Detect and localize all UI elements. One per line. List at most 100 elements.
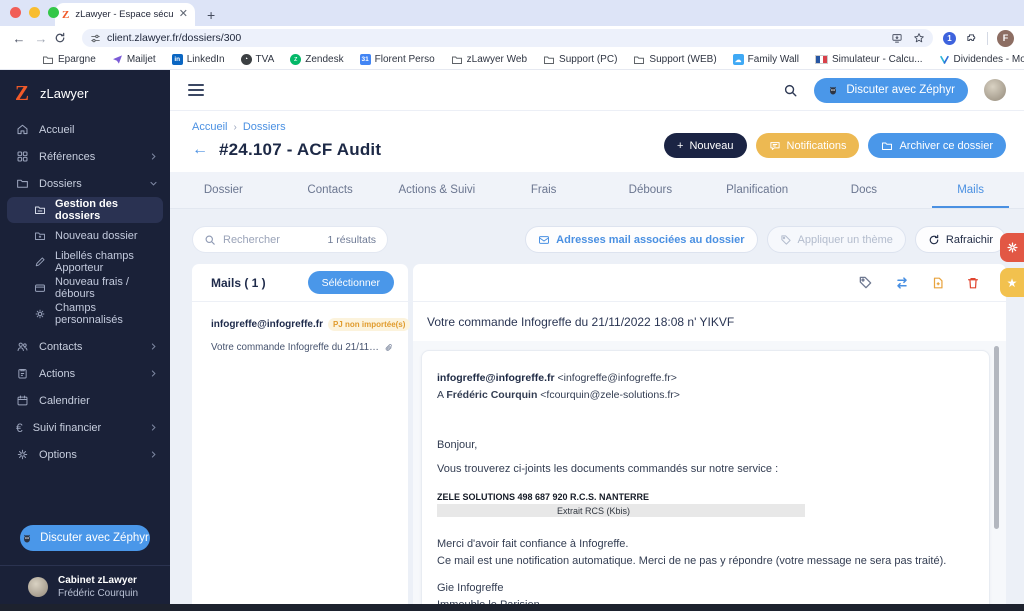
tab-contacts[interactable]: Contacts xyxy=(277,172,384,208)
tab-actions-suivi[interactable]: Actions & Suivi xyxy=(384,172,491,208)
edge-buttons: ★ xyxy=(1000,233,1024,297)
minimize-window-button[interactable] xyxy=(29,7,40,18)
mails-content: 1 résultats Adresses mail associées au d… xyxy=(170,209,1024,611)
tag-icon[interactable] xyxy=(858,275,873,290)
breadcrumb-dossiers[interactable]: Dossiers xyxy=(243,121,286,133)
bookmark-tva[interactable]: ◔ TVA xyxy=(240,54,274,65)
users-icon xyxy=(17,342,28,352)
sidebar-item-contacts[interactable]: Contacts xyxy=(0,333,170,360)
app-topbar: Discuter avec Zéphyr xyxy=(170,70,1024,111)
tab-docs[interactable]: Docs xyxy=(811,172,918,208)
breadcrumb-separator: › xyxy=(233,121,237,133)
chat-zephyr-topbar-button[interactable]: Discuter avec Zéphyr xyxy=(814,77,968,103)
transfer-arrows-icon[interactable] xyxy=(894,275,910,291)
url-text[interactable]: client.zlawyer.fr/dossiers/300 xyxy=(107,32,885,44)
sidebar-item-calendrier[interactable]: Calendrier xyxy=(0,387,170,414)
mail-view-panel: Votre commande Infogreffe du 21/11/2022 … xyxy=(413,264,1006,611)
maximize-window-button[interactable] xyxy=(48,7,59,18)
browser-tab[interactable]: Z zLawyer - Espace sécurisé ✕ xyxy=(55,3,195,26)
settings-edge-button[interactable] xyxy=(1000,233,1024,262)
new-button[interactable]: + Nouveau xyxy=(664,133,747,158)
archive-dossier-button[interactable]: Archiver ce dossier xyxy=(868,133,1006,158)
sidebar-item-nouveau-frais-debours[interactable]: Nouveau frais / débours xyxy=(0,275,170,301)
bookmark-epargne[interactable]: Epargne xyxy=(42,54,96,66)
brand[interactable]: Z zLawyer xyxy=(0,70,170,116)
sidebar-item-actions[interactable]: Actions xyxy=(0,360,170,387)
notifications-button[interactable]: Notifications xyxy=(755,133,860,158)
select-button[interactable]: Séléctionner xyxy=(307,271,394,294)
sidebar-item-options[interactable]: Options xyxy=(0,441,170,468)
sidebar-item-nouveau-dossier[interactable]: Nouveau dossier xyxy=(0,223,170,249)
bookmark-linkedin[interactable]: in LinkedIn xyxy=(171,54,225,65)
sidebar-item-accueil[interactable]: Accueil xyxy=(0,116,170,143)
topbar-user-avatar[interactable] xyxy=(984,79,1006,101)
bookmark-florent-perso[interactable]: 31 Florent Perso xyxy=(359,54,435,65)
gear-icon xyxy=(1006,242,1018,253)
import-file-icon[interactable] xyxy=(931,276,945,290)
extensions-icon[interactable] xyxy=(965,32,978,45)
address-bar[interactable]: client.zlawyer.fr/dossiers/300 xyxy=(82,29,933,47)
reload-icon[interactable] xyxy=(54,32,72,44)
zephyr-mascot-icon xyxy=(830,86,837,95)
search-input[interactable] xyxy=(223,233,321,246)
trash-icon[interactable] xyxy=(966,276,980,290)
sidebar-item-dossiers[interactable]: Dossiers xyxy=(0,170,170,197)
tab-planification[interactable]: Planification xyxy=(704,172,811,208)
mail-addresses-button[interactable]: Adresses mail associées au dossier xyxy=(525,226,758,253)
bookmark-zlawyer-web[interactable]: zLawyer Web xyxy=(451,54,527,66)
sidebar-item-references[interactable]: Références xyxy=(0,143,170,170)
menu-toggle-icon[interactable] xyxy=(188,84,204,96)
breadcrumb-accueil[interactable]: Accueil xyxy=(192,121,227,133)
bookmark-star-icon[interactable] xyxy=(913,32,925,44)
bookmark-simulateur[interactable]: Simulateur - Calcu... xyxy=(814,54,923,65)
bookmarks-bar: Epargne Mailjet in LinkedIn ◔ TVA z Zend… xyxy=(0,50,1024,70)
search-icon[interactable] xyxy=(783,83,798,98)
envelope-icon xyxy=(539,235,550,244)
star-icon: ★ xyxy=(1006,275,1018,290)
send-to-device-icon[interactable] xyxy=(891,32,903,44)
password-manager-icon[interactable]: 1 xyxy=(943,31,956,45)
site-settings-icon[interactable] xyxy=(90,33,101,44)
tab-debours[interactable]: Débours xyxy=(597,172,704,208)
sidebar-item-suivi-financier[interactable]: € Suivi financier xyxy=(0,414,170,441)
bookmark-mailjet[interactable]: Mailjet xyxy=(112,54,156,65)
tab-dossier[interactable]: Dossier xyxy=(170,172,277,208)
gear-icon xyxy=(35,309,45,319)
apply-theme-button[interactable]: Appliquer un thème xyxy=(766,226,906,253)
back-icon[interactable]: ← xyxy=(10,32,28,45)
close-window-button[interactable] xyxy=(10,7,21,18)
back-arrow-icon[interactable]: ← xyxy=(192,142,208,158)
email-scrollbar[interactable] xyxy=(994,346,999,529)
folder-icon xyxy=(451,56,462,64)
breadcrumb: Accueil › Dossiers xyxy=(192,121,664,133)
forward-icon[interactable]: → xyxy=(32,32,50,45)
bookmark-support-web[interactable]: Support (WEB) xyxy=(633,54,717,66)
bookmark-family-wall[interactable]: ☁ Family Wall xyxy=(732,54,799,65)
email-signature-1: Gie Infogreffe xyxy=(437,582,504,594)
tag-icon xyxy=(780,234,791,245)
browser-actions: 1 F xyxy=(943,29,1014,47)
sidebar-item-libelles-champs-apporteur[interactable]: Libellés champs Apporteur xyxy=(0,249,170,275)
mail-body-area: infogreffe@infogreffe.fr <infogreffe@inf… xyxy=(413,341,1006,611)
sidebar-item-gestion-des-dossiers[interactable]: Gestion des dossiers xyxy=(7,197,163,223)
results-count: 1 résultats xyxy=(327,233,376,246)
macos-traffic-lights[interactable] xyxy=(10,7,59,18)
favorites-edge-button[interactable]: ★ xyxy=(1000,268,1024,297)
mail-search[interactable]: 1 résultats xyxy=(192,226,388,253)
tab-frais[interactable]: Frais xyxy=(490,172,597,208)
bookmark-dividendes[interactable]: Dividendes - Mon-... xyxy=(939,54,1024,65)
bookmark-zendesk[interactable]: z Zendesk xyxy=(290,54,344,65)
page-title: #24.107 - ACF Audit xyxy=(219,140,382,159)
document-company-line: ZELE SOLUTIONS 498 687 920 R.C.S. NANTER… xyxy=(437,492,650,502)
refresh-button[interactable]: Rafraichir xyxy=(914,226,1006,253)
browser-tab-title: zLawyer - Espace sécurisé xyxy=(75,9,173,20)
new-tab-button[interactable]: + xyxy=(207,8,215,22)
chat-zephyr-button[interactable]: Discuter avec Zéphyr xyxy=(20,525,150,551)
sidebar-item-champs-personnalises[interactable]: Champs personnalisés xyxy=(0,301,170,327)
sidebar: Z zLawyer Accueil Références Dossiers Ge… xyxy=(0,70,170,611)
tab-close-icon[interactable]: ✕ xyxy=(179,9,188,20)
tab-mails[interactable]: Mails xyxy=(917,172,1024,208)
browser-profile-avatar[interactable]: F xyxy=(997,29,1014,47)
bookmark-support-pc[interactable]: Support (PC) xyxy=(543,54,617,66)
mail-list-item[interactable]: infogreffe@infogreffe.fr PJ non importée… xyxy=(192,302,433,364)
